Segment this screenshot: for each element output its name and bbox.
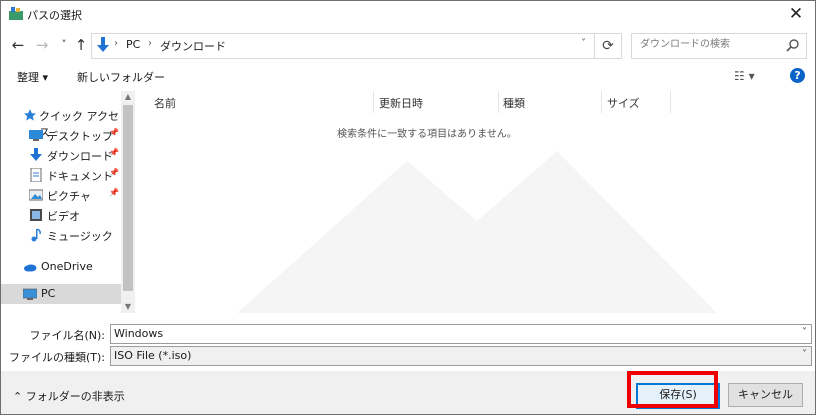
breadcrumb-separator-icon: › (114, 38, 118, 49)
sidebar-item-label: OneDrive (41, 260, 93, 273)
command-bar: 整理 ▾ 新しいフォルダー ☷ ▾ ? (1, 64, 815, 90)
sidebar-item-label: PC (41, 287, 56, 300)
document-icon (30, 168, 42, 182)
sidebar-item-quick-access[interactable]: クイック アクセス (1, 105, 121, 139)
breadcrumb-pc[interactable]: PC (126, 38, 140, 51)
hide-folders-toggle[interactable]: ⌃ フォルダーの非表示 (13, 388, 125, 404)
sidebar-item-label: ピクチャ (47, 190, 91, 203)
filetype-row: ファイルの種類(T): ISO File (*.iso) ˅ (1, 346, 815, 366)
search-icon[interactable] (786, 38, 800, 52)
sidebar-item-desktop[interactable]: デスクトップ 📌 (1, 125, 121, 145)
navigation-pane: クイック アクセス デスクトップ 📌 ダウンロード 📌 ドキュメント 📌 ピクチ… (1, 91, 121, 313)
column-divider[interactable] (670, 91, 671, 113)
column-divider[interactable] (373, 91, 374, 113)
highlight-annotation-box (627, 371, 718, 408)
sidebar-item-documents[interactable]: ドキュメント 📌 (1, 165, 121, 185)
column-header-size[interactable]: サイズ (607, 95, 640, 111)
cloud-icon (24, 264, 37, 272)
column-header-name[interactable]: 名前 (154, 95, 176, 111)
desktop-icon (29, 130, 43, 141)
address-row: ← → ˅ ↑ › PC › ダウンロード ˅ ⟳ (1, 31, 815, 61)
music-icon (31, 228, 41, 242)
sidebar-item-label: ミュージック (47, 230, 113, 243)
scrollbar-thumb[interactable] (123, 105, 133, 291)
sidebar-item-label: ドキュメント (47, 170, 113, 183)
breadcrumb-downloads[interactable]: ダウンロード (160, 38, 226, 54)
app-icon (9, 7, 23, 20)
navigation-scrollbar[interactable]: ▲ ▼ (121, 91, 135, 313)
window-title: パスの選択 (27, 9, 82, 22)
chevron-down-icon[interactable]: ˅ (802, 349, 807, 360)
download-icon (30, 148, 42, 161)
sidebar-item-label: デスクトップ (47, 130, 113, 143)
filetype-value: ISO File (*.iso) (114, 349, 192, 362)
breadcrumb-separator-icon: › (148, 38, 152, 49)
title-bar: パスの選択 ✕ (1, 1, 815, 27)
column-header-modified[interactable]: 更新日時 (379, 95, 423, 111)
sidebar-item-videos[interactable]: ビデオ (1, 205, 121, 225)
scroll-down-icon[interactable]: ▼ (121, 301, 135, 313)
refresh-icon[interactable]: ⟳ (595, 33, 622, 59)
pin-icon: 📌 (109, 188, 119, 197)
sidebar-item-music[interactable]: ミュージック (1, 225, 121, 245)
sort-chevron-icon: ˅ (431, 91, 436, 99)
filename-field[interactable]: Windows ˅ (110, 324, 812, 344)
address-bar[interactable]: › PC › ダウンロード ˅ (91, 33, 595, 59)
filetype-label: ファイルの種類(T): (8, 351, 105, 364)
sidebar-item-label: ダウンロード (47, 150, 113, 163)
back-arrow-icon[interactable]: ← (9, 35, 27, 55)
filename-value: Windows (114, 327, 164, 340)
search-box[interactable] (631, 33, 807, 59)
help-icon[interactable]: ? (790, 68, 805, 83)
up-arrow-icon[interactable]: ↑ (72, 35, 90, 55)
column-divider[interactable] (601, 91, 602, 113)
sidebar-item-pc[interactable]: PC (1, 284, 121, 304)
download-folder-icon (97, 37, 109, 52)
pictures-icon (29, 189, 43, 201)
pin-icon: 📌 (109, 148, 119, 157)
sidebar-item-downloads[interactable]: ダウンロード 📌 (1, 145, 121, 165)
file-list: 名前 ˅ 更新日時 種類 サイズ 検索条件に一致する項目はありません。 (137, 91, 815, 313)
background-watermark (237, 151, 717, 313)
filename-row: ファイル名(N): Windows ˅ (1, 324, 815, 344)
filetype-select[interactable]: ISO File (*.iso) ˅ (110, 346, 812, 366)
sidebar-item-pictures[interactable]: ピクチャ 📌 (1, 185, 121, 205)
organize-button[interactable]: 整理 ▾ (17, 69, 48, 85)
recent-locations-chevron-icon[interactable]: ˅ (55, 35, 73, 55)
star-icon (24, 109, 36, 121)
pin-icon: 📌 (109, 128, 119, 137)
search-input[interactable] (638, 38, 782, 51)
video-icon (30, 209, 42, 221)
forward-arrow-icon[interactable]: → (33, 35, 51, 55)
address-dropdown-icon[interactable]: ˅ (581, 38, 586, 49)
view-options-icon[interactable]: ☷ ▾ (734, 69, 755, 83)
new-folder-button[interactable]: 新しいフォルダー (77, 69, 165, 85)
chevron-down-icon[interactable]: ˅ (802, 327, 807, 338)
cancel-button[interactable]: キャンセル (728, 383, 803, 407)
filename-label: ファイル名(N): (29, 329, 105, 342)
computer-icon (23, 288, 37, 300)
scroll-up-icon[interactable]: ▲ (121, 91, 135, 103)
save-dialog: パスの選択 ✕ ← → ˅ ↑ › PC › ダウンロード ˅ ⟳ 整 (0, 0, 816, 415)
empty-message: 検索条件に一致する項目はありません。 (337, 129, 517, 140)
sidebar-item-onedrive[interactable]: OneDrive (1, 257, 121, 277)
pin-icon: 📌 (109, 168, 119, 177)
close-icon[interactable]: ✕ (785, 3, 807, 25)
column-header-type[interactable]: 種類 (503, 95, 525, 111)
sidebar-item-label: ビデオ (47, 210, 80, 223)
column-divider[interactable] (498, 91, 499, 113)
